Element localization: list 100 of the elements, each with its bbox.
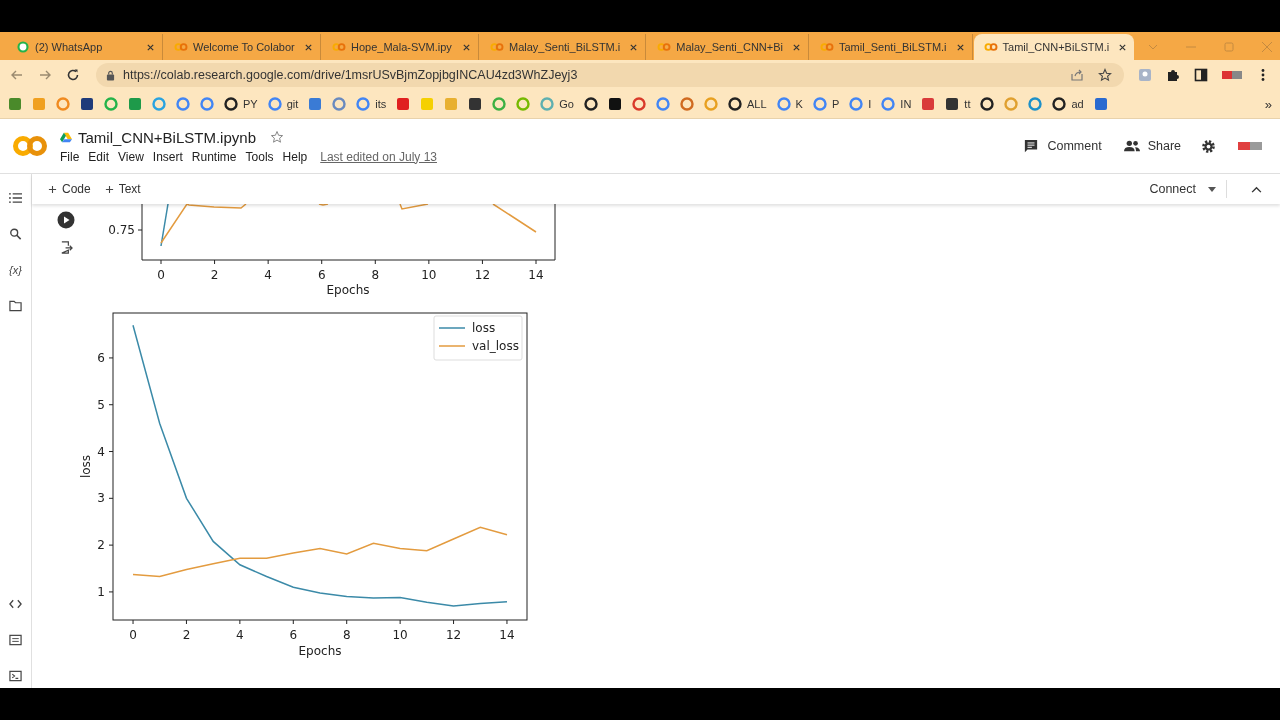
drive-icon[interactable] [60,131,72,143]
menu-item[interactable]: Help [282,149,308,164]
menu-item[interactable]: Edit [88,149,110,164]
tick-mark [108,497,114,499]
chat-icon [16,41,30,53]
menu-item[interactable]: Runtime [191,149,237,164]
command-palette-icon[interactable] [9,634,22,646]
bookmark-icon[interactable] [80,97,94,111]
bookmark[interactable]: K [776,97,803,111]
settings-icon[interactable] [1201,138,1216,154]
bookmark[interactable]: its [356,97,387,111]
people-icon [1123,139,1140,153]
tick-mark [108,404,114,406]
axis-tick-label: 1 [97,584,105,599]
clear-output-icon[interactable] [59,241,73,254]
legend-label: loss [472,321,496,335]
axis-tick-label: 6 [289,628,298,642]
add-cell-button[interactable]: Text [100,180,145,198]
bookmark[interactable]: git [267,97,299,111]
variables-icon[interactable]: {x} [9,264,22,276]
colab-logo-icon [657,41,672,53]
bookmark[interactable]: I [849,97,872,111]
folder-icon[interactable] [9,300,22,312]
bookmark-icon [356,97,371,111]
tick-mark [108,357,114,359]
axis-tick-label: 12 [445,628,462,642]
close-icon[interactable] [791,42,801,52]
bookmark-icon [728,97,742,111]
bookmark-icon[interactable] [584,97,598,111]
close-icon[interactable] [146,42,155,52]
more-bookmarks-button[interactable]: » [1264,96,1272,112]
bookmark-icon[interactable] [608,97,622,111]
share-icon[interactable] [1070,68,1084,82]
bookmark[interactable]: PY [224,97,258,111]
close-icon[interactable] [629,42,639,52]
add-cell-button[interactable]: Code [44,180,95,198]
bookmark[interactable]: tt [945,97,971,111]
search-icon[interactable] [9,228,22,240]
close-icon[interactable] [1118,42,1128,52]
tick-mark [108,451,114,452]
bookmark-icon [812,97,827,111]
axis-tick-label: 10 [392,628,408,642]
code-icon[interactable] [9,598,22,610]
share-button[interactable]: Share [1121,135,1183,157]
bookmark-icon[interactable] [468,97,483,111]
colab-logo-icon [174,41,188,53]
tick-mark [239,619,241,625]
terminal-icon[interactable] [9,670,22,682]
puzzle-icon[interactable] [1166,68,1180,82]
back-icon[interactable] [10,68,24,82]
axis-tick-label: 3 [97,491,105,506]
run-cell-icon[interactable] [57,211,75,229]
y-axis-label: loss [79,454,93,479]
connect-button[interactable]: Connect [1145,180,1227,198]
bookmark[interactable]: ad [1052,97,1084,111]
close-icon[interactable] [304,42,313,52]
close-icon[interactable] [462,42,471,52]
reload-icon[interactable] [66,68,80,82]
menu-item[interactable]: Insert [152,149,183,164]
star-icon[interactable] [1098,68,1112,82]
chevron-up-icon[interactable] [1251,185,1262,193]
notebook-title[interactable]: Tamil_CNN+BiLSTM.ipynb [78,128,256,146]
bookmark-icon [224,97,238,111]
caret-icon [1208,186,1216,192]
address-bar[interactable]: https://colab.research.google.com/drive/1msrUSvBjmZopjbgINCAU4zd3WhZJeyj3 [96,63,1124,87]
close-icon[interactable] [955,42,965,52]
bookmark-icon [945,97,960,111]
menu-item[interactable]: View [118,149,144,164]
bookmark-icon[interactable] [980,97,995,111]
bookmark[interactable]: P [812,97,840,111]
bookmark[interactable]: ALL [728,97,767,111]
axis-tick-label: 4 [236,628,244,642]
side-panel-icon[interactable] [1194,68,1208,82]
axis-tick-label: 5 [97,397,105,412]
tick-mark [346,619,348,625]
colab-logo[interactable] [12,135,48,157]
tick-mark [399,619,401,625]
lock-icon [106,69,115,81]
browser-tab[interactable]: Tamil_CNN+BiLSTM.i [973,34,1135,60]
bookmark[interactable]: Go [540,97,574,111]
tick-mark [292,619,294,625]
axis-tick-label: 8 [342,628,351,642]
colab-logo-icon [332,41,346,53]
legend-label: val_loss [472,339,519,353]
menu-item[interactable]: Tools [245,149,274,164]
bookmark[interactable]: IN [881,97,912,111]
bookmark-icon [881,97,896,111]
menu-item[interactable]: File [60,149,80,164]
extension-icon[interactable] [1222,70,1242,80]
forward-icon[interactable] [38,68,52,82]
star-icon[interactable] [270,130,284,144]
profile-icon[interactable] [1138,68,1152,82]
comment-button[interactable]: Comment [1021,135,1104,157]
last-edited-link[interactable]: Last edited on July 13 [320,149,437,164]
axis-tick-label: 2 [182,628,191,642]
account-badge-icon[interactable] [1238,141,1262,151]
colab-logo-icon [983,41,998,53]
bookmark-icon [540,97,555,111]
table-of-contents-icon[interactable] [9,192,22,204]
bookmark-icon [776,97,791,111]
